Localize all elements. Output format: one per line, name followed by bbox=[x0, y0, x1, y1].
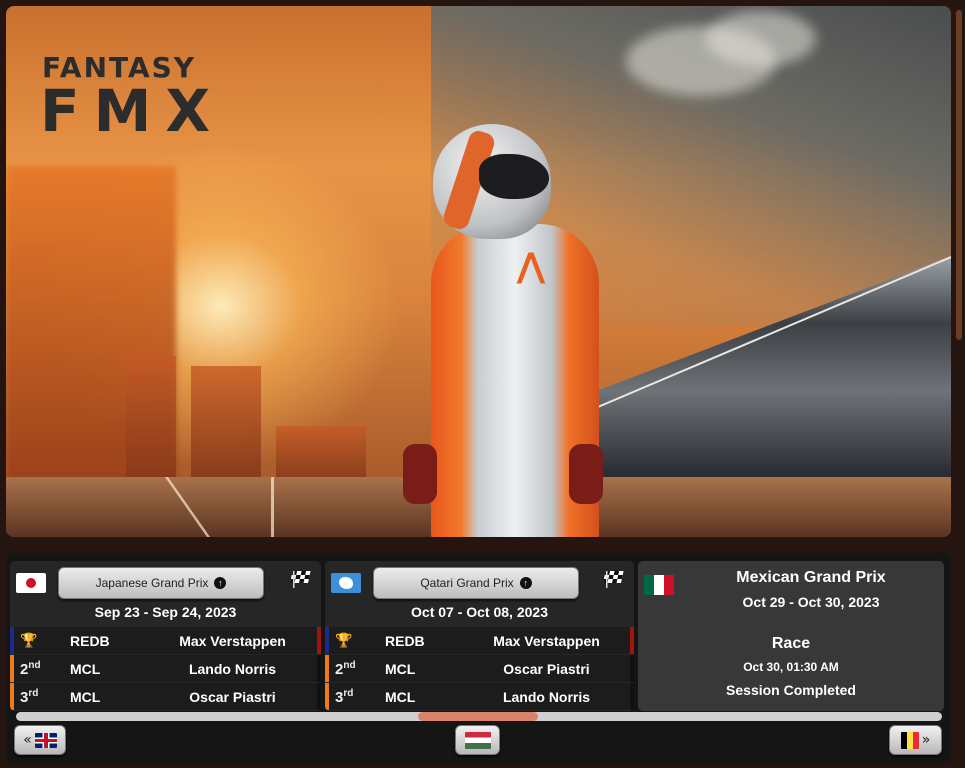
hero-building bbox=[126, 356, 176, 496]
result-row-2: 2nd MCL Lando Norris bbox=[10, 655, 321, 682]
team-color-bar bbox=[10, 655, 14, 682]
team-color-bar bbox=[325, 655, 329, 682]
horizontal-scrollbar-thumb[interactable] bbox=[418, 712, 538, 721]
app-root: ⋀ FANTASY FMX Japanese Grand Prix ↑ Sep … bbox=[0, 0, 965, 768]
hero-banner: ⋀ FANTASY FMX bbox=[6, 6, 951, 537]
position-suffix: nd bbox=[343, 659, 356, 671]
grand-prix-button[interactable]: Japanese Grand Prix ↑ bbox=[58, 567, 264, 599]
hero-driver-figure: ⋀ bbox=[401, 124, 626, 537]
hero-building bbox=[191, 366, 261, 486]
winner-position: 🏆 bbox=[325, 632, 385, 649]
team-code: REDB bbox=[385, 632, 425, 649]
driver-suit-fox-logo: ⋀ bbox=[516, 246, 546, 286]
result-row-3: 3rd MCL Oscar Piastri bbox=[10, 683, 321, 710]
session-time: Oct 30, 01:30 AM bbox=[743, 660, 839, 674]
race-dates: Oct 07 - Oct 08, 2023 bbox=[411, 604, 548, 620]
result-row-1: 🏆 REDB Max Verstappen bbox=[325, 627, 634, 654]
team-accent-bar bbox=[630, 655, 634, 682]
driver-name: Max Verstappen bbox=[179, 632, 286, 649]
result-row-1: 🏆 REDB Max Verstappen bbox=[10, 627, 321, 654]
grand-prix-label: Japanese Grand Prix bbox=[95, 576, 209, 590]
race-card-qatar: Qatari Grand Prix ↑ Oct 07 - Oct 08, 202… bbox=[325, 561, 634, 711]
position: 3rd bbox=[10, 688, 70, 706]
next-event-dates: Oct 29 - Oct 30, 2023 bbox=[742, 594, 880, 610]
position: 2nd bbox=[325, 660, 385, 678]
next-event-title: Mexican Grand Prix bbox=[736, 569, 886, 586]
results-list: 🏆 REDB Max Verstappen 2nd MCL Oscar Pias… bbox=[325, 627, 634, 711]
race-card-japan: Japanese Grand Prix ↑ Sep 23 - Sep 24, 2… bbox=[10, 561, 321, 711]
next-event-card: Mexican Grand Prix Oct 29 - Oct 30, 2023… bbox=[638, 561, 944, 711]
horizontal-scrollbar[interactable] bbox=[16, 712, 942, 721]
team-code: MCL bbox=[70, 660, 101, 677]
belgium-flag-icon bbox=[900, 731, 919, 749]
results-list: 🏆 REDB Max Verstappen 2nd MCL Lando Norr… bbox=[10, 627, 321, 711]
team-accent-bar bbox=[630, 683, 634, 710]
chequered-flag-icon bbox=[604, 571, 624, 588]
team-accent-bar bbox=[630, 627, 634, 654]
trophy-icon: 🏆 bbox=[20, 632, 38, 648]
result-row-2: 2nd MCL Oscar Piastri bbox=[325, 655, 634, 682]
session-status: Session Completed bbox=[726, 682, 856, 698]
grand-prix-button[interactable]: Qatari Grand Prix ↑ bbox=[373, 567, 579, 599]
position-suffix: nd bbox=[28, 659, 41, 671]
arrow-up-circle-icon: ↑ bbox=[519, 577, 532, 589]
team-code: REDB bbox=[70, 632, 110, 649]
position-suffix: rd bbox=[343, 687, 354, 699]
team-accent-bar bbox=[317, 683, 321, 710]
position: 2nd bbox=[10, 660, 70, 678]
driver-glove-right bbox=[569, 444, 603, 504]
team-code: MCL bbox=[70, 688, 101, 705]
session-name: Race bbox=[771, 635, 811, 652]
results-panel: Japanese Grand Prix ↑ Sep 23 - Sep 24, 2… bbox=[6, 553, 951, 763]
hero-cloud bbox=[706, 11, 816, 66]
hero-track-line bbox=[271, 477, 274, 537]
driver-name: Oscar Piastri bbox=[189, 688, 276, 705]
antarctica-flag-icon bbox=[331, 573, 361, 593]
grand-prix-label: Qatari Grand Prix bbox=[420, 576, 514, 590]
team-accent-bar bbox=[317, 655, 321, 682]
driver-name: Lando Norris bbox=[502, 688, 591, 705]
team-color-bar bbox=[10, 683, 14, 710]
race-dates: Sep 23 - Sep 24, 2023 bbox=[94, 604, 237, 620]
current-race-button[interactable] bbox=[455, 725, 500, 755]
chequered-flag-icon bbox=[291, 571, 311, 588]
page-scrollbar-thumb[interactable] bbox=[956, 10, 962, 340]
fantasy-fmx-logo: FANTASY FMX bbox=[40, 51, 255, 156]
uk-flag-icon bbox=[34, 732, 57, 748]
double-chevron-right-icon: » bbox=[921, 732, 931, 748]
team-color-bar bbox=[325, 627, 329, 654]
driver-helmet-visor bbox=[479, 154, 549, 199]
team-color-bar bbox=[325, 683, 329, 710]
team-code: MCL bbox=[385, 660, 416, 677]
driver-name: Oscar Piastri bbox=[503, 660, 590, 677]
team-code: MCL bbox=[385, 688, 416, 705]
result-row-3: 3rd MCL Lando Norris bbox=[325, 683, 634, 710]
arrow-up-circle-icon: ↑ bbox=[214, 577, 227, 589]
hungary-flag-icon bbox=[464, 731, 491, 749]
japan-flag-icon bbox=[16, 573, 46, 593]
driver-glove-left bbox=[403, 444, 437, 504]
double-chevron-left-icon: « bbox=[23, 732, 32, 748]
position: 3rd bbox=[325, 688, 385, 706]
logo-bottom-text: FMX bbox=[40, 77, 225, 145]
team-color-bar bbox=[10, 627, 14, 654]
winner-position: 🏆 bbox=[10, 632, 70, 649]
previous-race-button[interactable]: « bbox=[14, 725, 66, 755]
trophy-icon: 🏆 bbox=[335, 632, 353, 648]
team-accent-bar bbox=[317, 627, 321, 654]
driver-name: Lando Norris bbox=[188, 660, 277, 677]
next-race-button[interactable]: » bbox=[889, 725, 942, 755]
driver-name: Max Verstappen bbox=[493, 632, 600, 649]
position-suffix: rd bbox=[28, 687, 39, 699]
